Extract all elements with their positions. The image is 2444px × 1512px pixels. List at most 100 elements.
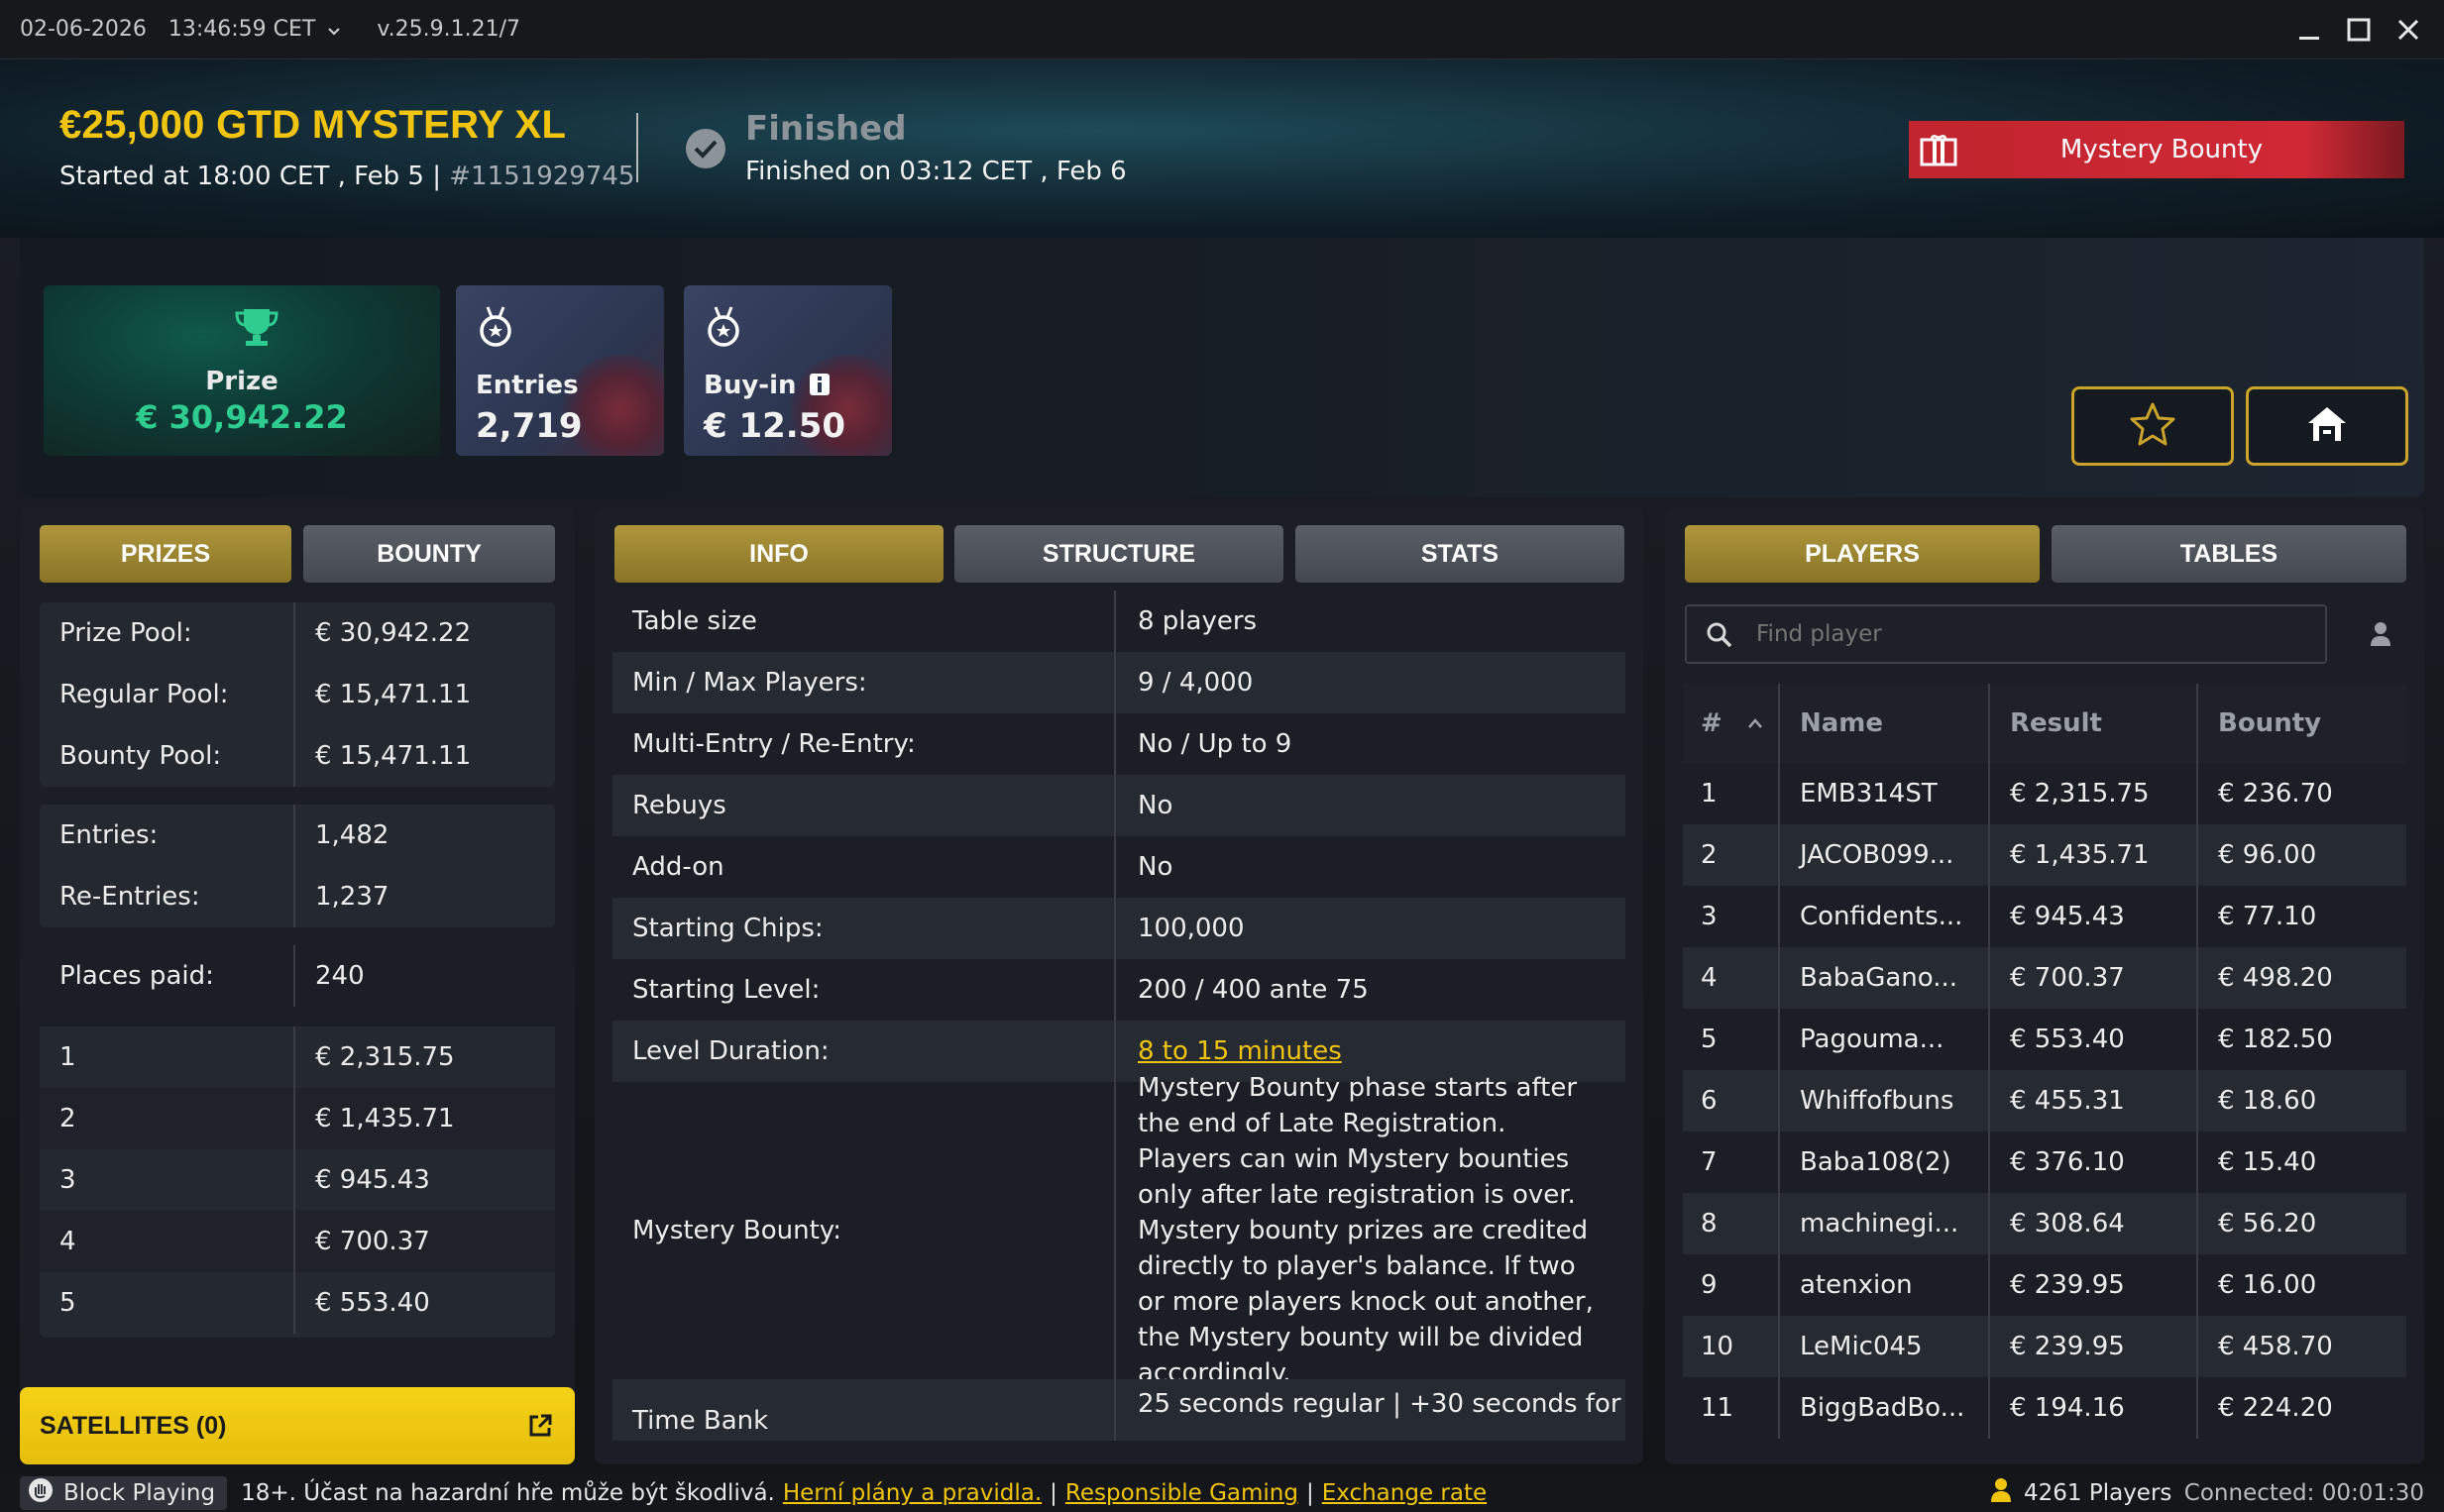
hand-icon: [28, 1477, 54, 1509]
satellites-button[interactable]: SATELLITES (0): [20, 1387, 575, 1464]
tab-structure[interactable]: STRUCTURE: [954, 525, 1283, 583]
player-name: Confidents...: [1780, 886, 1990, 947]
player-result: € 239.95: [1990, 1254, 2198, 1316]
player-row[interactable]: 10 LeMic045 € 239.95 € 458.70: [1683, 1316, 2406, 1377]
player-row[interactable]: 4 BabaGano... € 700.37 € 498.20: [1683, 947, 2406, 1009]
entries-card: Entries 2,719: [456, 285, 664, 456]
info-value: 8 players: [1138, 606, 1258, 636]
exchange-rate-link[interactable]: Exchange rate: [1322, 1480, 1487, 1506]
badge-label: Mystery Bounty: [2059, 135, 2264, 164]
pool-value: € 15,471.11: [315, 680, 472, 709]
player-rank: 5: [1683, 1009, 1780, 1070]
tournament-lobby-window: 02-06-2026 13:46:59 CET v.25.9.1.21/7 €2…: [0, 0, 2444, 1512]
pool-value: € 30,942.22: [315, 618, 472, 648]
lobby-home-button[interactable]: [2246, 386, 2408, 466]
player-result: € 553.40: [1990, 1009, 2198, 1070]
player-bounty: € 18.60: [2218, 1086, 2317, 1116]
player-name: BabaGano...: [1780, 947, 1990, 1009]
responsible-gaming-link[interactable]: Responsible Gaming: [1065, 1480, 1298, 1506]
player-result: € 455.31: [1990, 1070, 2198, 1132]
chevron-down-icon[interactable]: [325, 21, 343, 39]
player-row[interactable]: 8 machinegi... € 308.64 € 56.20: [1683, 1193, 2406, 1254]
trophy-icon: [232, 305, 281, 349]
tab-stats[interactable]: STATS: [1295, 525, 1624, 583]
buyin-label: Buy-in: [704, 371, 797, 400]
player-bounty: € 236.70: [2218, 779, 2333, 809]
medal-icon: [476, 305, 515, 349]
minimize-icon[interactable]: [2289, 10, 2329, 50]
player-result: € 239.95: [1990, 1316, 2198, 1377]
name-header[interactable]: Name: [1780, 684, 1990, 763]
info-key: Mystery Bounty:: [612, 1082, 1116, 1379]
info-key: Level Duration:: [612, 1021, 1116, 1082]
bounty-header[interactable]: Bounty: [2198, 684, 2321, 763]
pool-row: Regular Pool: € 15,471.11: [40, 664, 555, 725]
info-value: Mystery Bounty phase starts after the en…: [1138, 1073, 1594, 1388]
player-row[interactable]: 5 Pagouma... € 553.40 € 182.50: [1683, 1009, 2406, 1070]
info-key: Starting Level:: [612, 959, 1116, 1021]
gambling-notice: 18+. Účast na hazardní hře může být škod…: [241, 1480, 775, 1506]
tab-info[interactable]: INFO: [614, 525, 944, 583]
title-time: 13:46:59 CET: [167, 17, 316, 42]
player-name: Whiffofbuns: [1780, 1070, 1990, 1132]
info-row: Rebuys No: [612, 775, 1625, 836]
player-row[interactable]: 7 Baba108(2) € 376.10 € 15.40: [1683, 1132, 2406, 1193]
info-panel: INFO STRUCTURE STATS Table size 8 players…: [595, 507, 1643, 1464]
payout-row: 4 € 700.37: [40, 1211, 555, 1272]
start-text: Started at 18:00 CET , Feb 5 |: [59, 162, 441, 191]
player-result: € 194.16: [1990, 1377, 2198, 1439]
info-row: Starting Level: 200 / 400 ante 75: [612, 959, 1625, 1021]
player-bounty: € 15.40: [2218, 1147, 2317, 1177]
rank-header[interactable]: #: [1683, 684, 1780, 763]
search-input[interactable]: [1756, 616, 2311, 652]
user-icon[interactable]: [2369, 620, 2392, 652]
check-circle-icon: [684, 127, 727, 170]
player-bounty: € 182.50: [2218, 1025, 2333, 1054]
block-playing-button[interactable]: Block Playing: [20, 1476, 228, 1510]
game-rules-link[interactable]: Herní plány a pravidla.: [783, 1480, 1042, 1506]
player-rank: 4: [1683, 947, 1780, 1009]
players-online: 4261 Players: [1990, 1474, 2171, 1512]
prize-label: Prize: [205, 367, 278, 396]
payout-place: 1: [40, 1026, 295, 1088]
player-bounty: € 224.20: [2218, 1393, 2333, 1423]
search-box: [1685, 604, 2327, 664]
link-separator: |: [1305, 1480, 1314, 1506]
player-row[interactable]: 11 BiggBadBo... € 194.16 € 224.20: [1683, 1377, 2406, 1439]
player-row[interactable]: 6 Whiffofbuns € 455.31 € 18.60: [1683, 1070, 2406, 1132]
player-row[interactable]: 2 JACOB099... € 1,435.71 € 96.00: [1683, 824, 2406, 886]
maximize-icon[interactable]: [2339, 10, 2379, 50]
info-row: Table size 8 players: [612, 591, 1625, 652]
buyin-value: € 12.50: [704, 406, 846, 446]
info-row: Multi-Entry / Re-Entry: No / Up to 9: [612, 713, 1625, 775]
tab-prizes[interactable]: PRIZES: [40, 525, 291, 583]
player-row[interactable]: 1 EMB314ST € 2,315.75 € 236.70: [1683, 763, 2406, 824]
player-row[interactable]: 3 Confidents... € 945.43 € 77.10: [1683, 886, 2406, 947]
entries-row-value: 1,482: [315, 820, 389, 850]
player-result: € 700.37: [1990, 947, 2198, 1009]
payout-row: 3 € 945.43: [40, 1149, 555, 1211]
favorite-button[interactable]: [2071, 386, 2234, 466]
tab-players[interactable]: PLAYERS: [1685, 525, 2040, 583]
players-header: # Name Result Bounty: [1683, 684, 2406, 763]
player-row[interactable]: 9 atenxion € 239.95 € 16.00: [1683, 1254, 2406, 1316]
player-rank: 10: [1683, 1316, 1780, 1377]
player-name: EMB314ST: [1780, 763, 1990, 824]
player-rank: 11: [1683, 1377, 1780, 1439]
info-icon[interactable]: [809, 373, 831, 396]
entries-value: 2,719: [476, 406, 583, 446]
player-bounty: € 498.20: [2218, 963, 2333, 993]
level-duration-link[interactable]: 8 to 15 minutes: [1138, 1036, 1342, 1066]
title-bar: 02-06-2026 13:46:59 CET v.25.9.1.21/7: [0, 0, 2444, 59]
status-bar: Block Playing 18+. Účast na hazardní hře…: [0, 1474, 2444, 1512]
info-value: 25 seconds regular | +30 seconds for: [1138, 1389, 1621, 1419]
prizes-panel: PRIZES BOUNTY Prize Pool: € 30,942.22 Reg…: [20, 507, 575, 1460]
payout-row: 2 € 1,435.71: [40, 1088, 555, 1149]
external-link-icon: [527, 1413, 553, 1439]
tab-tables[interactable]: TABLES: [2052, 525, 2406, 583]
result-header[interactable]: Result: [1990, 684, 2198, 763]
close-icon[interactable]: [2388, 10, 2428, 50]
tab-bounty[interactable]: BOUNTY: [303, 525, 555, 583]
block-playing-label: Block Playing: [63, 1480, 216, 1506]
finished-time: Finished on 03:12 CET , Feb 6: [745, 157, 1127, 186]
